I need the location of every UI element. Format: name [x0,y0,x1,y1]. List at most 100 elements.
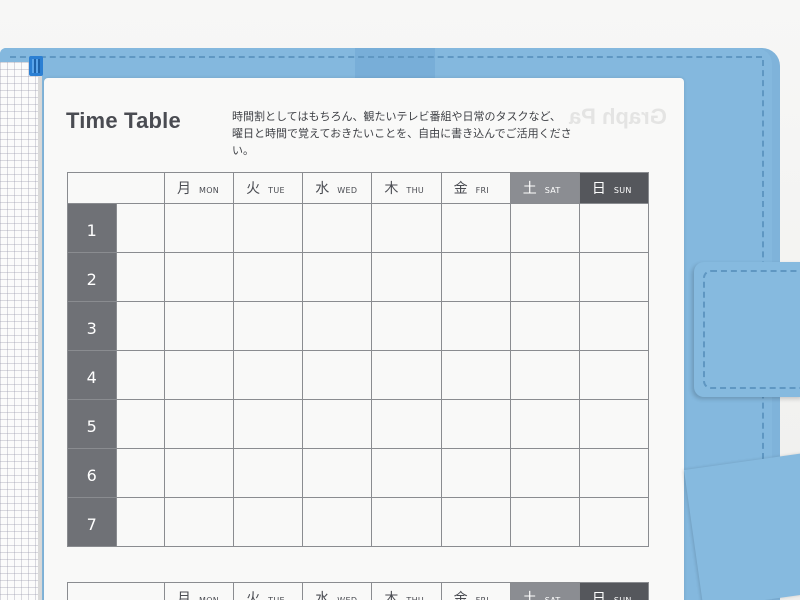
day-header-row: 月 MON 火 TUE 水 WED 木 THU 金 FRI 土 SAT 日 SUN [67,172,650,204]
day-header-thu: 木 THU [371,172,442,204]
day-header-mon: 月 MON [163,582,235,600]
day-header-mon: 月 MON [163,172,235,204]
cell [440,448,511,498]
day-en: SUN [614,596,632,600]
period-number: 5 [67,399,117,449]
cell [163,252,235,302]
cell [509,203,580,253]
cell [233,399,304,449]
day-jp: 木 [384,181,399,197]
day-en: MON [199,596,219,600]
zipper-pull-icon [29,56,43,76]
cell [233,301,304,351]
cell [440,399,511,449]
period-label-cell [115,252,165,302]
cell [440,497,511,547]
cell [233,203,304,253]
cell [509,252,580,302]
period-label-cell [115,448,165,498]
header-corner-cell [67,172,165,204]
period-label-cell [115,399,165,449]
period-number: 1 [67,203,117,253]
day-en: WED [337,596,357,600]
period-label-cell [115,497,165,547]
day-jp: 火 [246,591,261,600]
cover-stitching-top [10,56,762,58]
cell [440,350,511,400]
day-header-sat: 土 SAT [509,582,580,600]
left-page-edge [38,62,42,600]
day-header-sat: 土 SAT [509,172,580,204]
day-header-wed: 水 WED [302,172,373,204]
day-header-wed: 水 WED [302,582,373,600]
day-jp: 水 [315,181,330,197]
period-label-cell [115,350,165,400]
cover-fold [355,48,435,78]
header-corner-cell [67,582,165,600]
period-row: 4 [67,350,650,400]
day-en: THU [406,596,424,600]
day-jp: 金 [453,591,468,600]
timetable-page: Graph Pa Time Table 時間割としてはもちろん、観たいテレビ番組… [44,78,684,600]
cell [302,350,373,400]
description-line-1: 時間割としてはもちろん、観たいテレビ番組や日常のタスクなど、 [232,110,561,123]
day-header-row: 月 MON 火 TUE 水 WED 木 THU 金 FRI 土 SAT 日 SUN [67,582,650,600]
cell [233,350,304,400]
cell [578,252,650,302]
period-number: 3 [67,301,117,351]
period-number: 2 [67,252,117,302]
cell [163,497,235,547]
day-en: MON [199,186,220,195]
cell [509,301,580,351]
cell [163,350,235,400]
period-number: 6 [67,448,117,498]
day-en: SAT [544,186,561,195]
timetable-grid-second: 月 MON 火 TUE 水 WED 木 THU 金 FRI 土 SAT 日 SUN [67,582,650,600]
left-grid-page [0,62,38,600]
timetable-grid: 月 MON 火 TUE 水 WED 木 THU 金 FRI 土 SAT 日 SUN 1 2 3… [67,172,650,547]
day-jp: 月 [177,591,191,600]
cell [371,497,442,547]
page-description: 時間割としてはもちろん、観たいテレビ番組や日常のタスクなど、 曜日と時間で覚えて… [232,108,592,159]
cell [440,203,511,253]
cell [163,399,235,449]
period-row: 5 [67,399,650,449]
cell [233,497,304,547]
cell [509,448,580,498]
cell [509,399,580,449]
day-en: SAT [545,596,561,600]
cell [371,350,442,400]
day-jp: 金 [453,181,468,197]
day-en: FRI [475,186,489,195]
period-row: 6 [67,448,650,498]
cell [371,399,442,449]
description-line-2: 曜日と時間で覚えておきたいことを、自由に書き込んでご活用ください。 [232,127,572,157]
cell [371,252,442,302]
day-header-fri: 金 FRI [440,172,511,204]
day-jp: 土 [522,591,537,600]
day-header-tue: 火 TUE [233,582,304,600]
cell [440,301,511,351]
period-label-cell [115,301,165,351]
day-jp: 木 [384,591,399,600]
day-header-tue: 火 TUE [233,172,304,204]
day-en: THU [406,186,425,195]
closure-strap [694,262,800,397]
cell [371,301,442,351]
day-jp: 月 [177,181,191,197]
day-header-thu: 木 THU [371,582,442,600]
cell [302,448,373,498]
cell [578,203,650,253]
day-jp: 水 [315,591,330,600]
day-en: FRI [476,596,489,600]
cell [302,301,373,351]
cell [233,448,304,498]
cell [578,399,650,449]
day-en: TUE [268,596,285,600]
day-header-sun: 日 SUN [578,172,650,204]
day-jp: 日 [591,181,606,197]
period-number: 7 [67,497,117,547]
period-rows: 1 2 3 4 5 6 7 [67,203,650,547]
cell [371,203,442,253]
cell [578,448,650,498]
